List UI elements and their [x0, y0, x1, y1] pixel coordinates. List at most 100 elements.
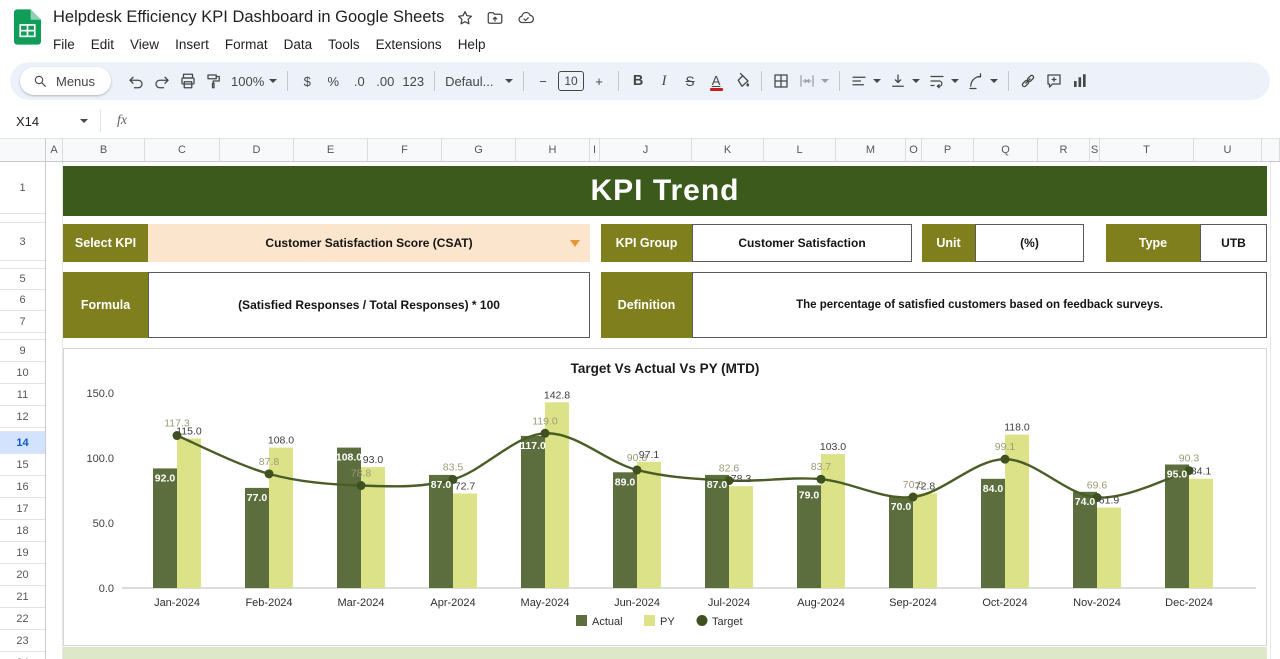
- move-to-folder-icon[interactable]: [486, 9, 504, 27]
- row-header-10[interactable]: 10: [0, 362, 45, 384]
- row-header-18[interactable]: 18: [0, 520, 45, 542]
- row-header-16[interactable]: 16: [0, 476, 45, 498]
- horizontal-align-button[interactable]: [846, 68, 885, 94]
- menu-format[interactable]: Format: [217, 34, 276, 55]
- row-header-24[interactable]: 24: [0, 652, 45, 659]
- column-header-C[interactable]: C: [145, 139, 220, 161]
- strikethrough-button[interactable]: S: [677, 68, 703, 94]
- column-header-B[interactable]: B: [63, 139, 145, 161]
- row-header-12[interactable]: 12: [0, 406, 45, 428]
- paint-format-button[interactable]: [201, 68, 227, 94]
- column-header-O[interactable]: O: [906, 139, 922, 161]
- row-header-7[interactable]: 7: [0, 311, 45, 333]
- column-header-P[interactable]: P: [922, 139, 974, 161]
- sheets-logo-icon[interactable]: [14, 9, 41, 50]
- chevron-down-icon: [990, 79, 998, 83]
- row-header-23[interactable]: 23: [0, 630, 45, 652]
- label-actual: 87.0: [707, 479, 728, 491]
- more-formats-button[interactable]: 123: [398, 68, 428, 94]
- document-title[interactable]: Helpdesk Efficiency KPI Dashboard in Goo…: [53, 8, 444, 27]
- row-header-8[interactable]: [0, 333, 45, 340]
- text-rotation-button[interactable]: [963, 68, 1002, 94]
- column-header-partial[interactable]: [1262, 139, 1280, 161]
- increase-decimal-button[interactable]: .00: [372, 68, 398, 94]
- select-all-corner[interactable]: [0, 139, 46, 161]
- column-header-G[interactable]: G: [442, 139, 516, 161]
- insert-link-button[interactable]: [1015, 68, 1041, 94]
- sheet-area[interactable]: KPI Trend Select KPI Customer Satisfacti…: [46, 162, 1280, 659]
- column-header-S[interactable]: S: [1090, 139, 1100, 161]
- row-header-11[interactable]: 11: [0, 384, 45, 406]
- row-header-17[interactable]: 17: [0, 498, 45, 520]
- cloud-saved-icon[interactable]: [516, 9, 536, 27]
- decrease-font-size-button[interactable]: −: [530, 68, 556, 94]
- insert-comment-button[interactable]: [1041, 68, 1067, 94]
- column-header-K[interactable]: K: [692, 139, 764, 161]
- label-target: 78.8: [351, 468, 372, 480]
- column-header-E[interactable]: E: [294, 139, 368, 161]
- italic-button[interactable]: I: [651, 68, 677, 94]
- row-header-5[interactable]: 5: [0, 269, 45, 290]
- row-header-20[interactable]: 20: [0, 564, 45, 586]
- column-header-M[interactable]: M: [836, 139, 906, 161]
- menu-view[interactable]: View: [122, 34, 167, 55]
- zoom-control[interactable]: 100%: [227, 68, 281, 94]
- borders-button[interactable]: [768, 68, 794, 94]
- menu-file[interactable]: File: [45, 34, 83, 55]
- column-header-F[interactable]: F: [368, 139, 442, 161]
- bold-button[interactable]: B: [625, 68, 651, 94]
- bar-actual: [153, 468, 177, 588]
- row-header-19[interactable]: 19: [0, 542, 45, 564]
- name-box[interactable]: X14: [0, 114, 100, 129]
- increase-font-size-button[interactable]: +: [586, 68, 612, 94]
- insert-chart-button[interactable]: [1067, 68, 1093, 94]
- column-header-H[interactable]: H: [516, 139, 590, 161]
- column-header-D[interactable]: D: [220, 139, 294, 161]
- menus-search[interactable]: Menus: [20, 67, 111, 95]
- row-header-2[interactable]: [0, 214, 45, 223]
- row-header-21[interactable]: 21: [0, 586, 45, 608]
- menu-data[interactable]: Data: [276, 34, 321, 55]
- font-size-input[interactable]: 10: [558, 71, 584, 91]
- font-selector[interactable]: Defaul...: [441, 68, 517, 94]
- text-wrap-button[interactable]: [924, 68, 963, 94]
- print-button[interactable]: [175, 68, 201, 94]
- chevron-down-icon: [269, 79, 277, 83]
- fill-color-button[interactable]: [729, 68, 755, 94]
- column-header-R[interactable]: R: [1038, 139, 1090, 161]
- column-header-T[interactable]: T: [1100, 139, 1194, 161]
- vertical-align-button[interactable]: [885, 68, 924, 94]
- menu-insert[interactable]: Insert: [167, 34, 217, 55]
- row-header-15[interactable]: 15: [0, 454, 45, 476]
- row-header-3[interactable]: 3: [0, 223, 45, 261]
- menu-extensions[interactable]: Extensions: [368, 34, 450, 55]
- format-percent-button[interactable]: %: [320, 68, 346, 94]
- target-marker: [817, 475, 826, 484]
- text-color-button[interactable]: A: [703, 68, 729, 94]
- bar-actual: [613, 472, 637, 588]
- column-header-L[interactable]: L: [764, 139, 836, 161]
- row-header-14[interactable]: 14: [0, 432, 45, 454]
- row-header-1[interactable]: 1: [0, 162, 45, 214]
- menu-help[interactable]: Help: [450, 34, 494, 55]
- column-header-U[interactable]: U: [1194, 139, 1262, 161]
- menu-edit[interactable]: Edit: [83, 34, 122, 55]
- kpi-chart[interactable]: Target Vs Actual Vs PY (MTD)0.050.0100.0…: [63, 348, 1267, 646]
- merge-cells-button[interactable]: [794, 68, 833, 94]
- row-header-22[interactable]: 22: [0, 608, 45, 630]
- row-header-9[interactable]: 9: [0, 340, 45, 362]
- label-actual: 117.0: [520, 440, 546, 452]
- kpi-selector-dropdown[interactable]: Customer Satisfaction Score (CSAT): [148, 224, 590, 262]
- undo-button[interactable]: [123, 68, 149, 94]
- decrease-decimal-button[interactable]: .0: [346, 68, 372, 94]
- star-icon[interactable]: [456, 9, 474, 27]
- row-header-6[interactable]: 6: [0, 290, 45, 311]
- row-header-4[interactable]: [0, 261, 45, 269]
- column-header-I[interactable]: I: [590, 139, 600, 161]
- format-currency-button[interactable]: $: [294, 68, 320, 94]
- menu-tools[interactable]: Tools: [320, 34, 368, 55]
- redo-button[interactable]: [149, 68, 175, 94]
- column-header-J[interactable]: J: [600, 139, 692, 161]
- column-header-A[interactable]: A: [46, 139, 63, 161]
- column-header-Q[interactable]: Q: [974, 139, 1038, 161]
